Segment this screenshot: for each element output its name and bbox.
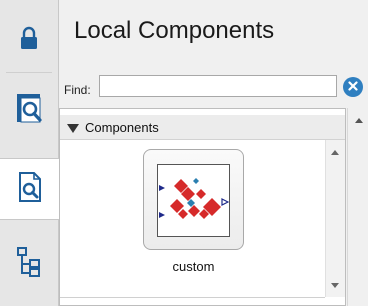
divider bbox=[60, 297, 325, 298]
components-scrollbar[interactable] bbox=[325, 140, 345, 297]
tab-separator bbox=[6, 72, 52, 73]
close-icon bbox=[348, 78, 358, 96]
expand-triangle-icon[interactable] bbox=[67, 124, 79, 133]
scroll-up-arrow-icon[interactable] bbox=[331, 150, 339, 155]
document-search-icon bbox=[16, 171, 44, 208]
custom-component-icon bbox=[157, 164, 230, 237]
panel-scrollbar[interactable] bbox=[347, 108, 368, 306]
find-label: Find: bbox=[64, 83, 91, 97]
tab-lock[interactable] bbox=[0, 14, 58, 66]
lock-icon bbox=[19, 26, 39, 55]
component-label: custom bbox=[172, 259, 215, 274]
tab-hierarchy[interactable] bbox=[0, 236, 58, 292]
components-section-label: Components bbox=[85, 120, 159, 135]
hierarchy-tree-icon bbox=[16, 246, 42, 283]
tab-library-search[interactable] bbox=[0, 82, 58, 138]
find-input[interactable] bbox=[99, 75, 337, 97]
panel-scroll-up-arrow-icon[interactable] bbox=[355, 118, 363, 123]
library-search-icon bbox=[14, 91, 44, 130]
tab-document-search[interactable] bbox=[0, 158, 59, 220]
clear-search-button[interactable] bbox=[343, 77, 363, 97]
side-tab-strip bbox=[0, 0, 59, 306]
scroll-down-arrow-icon[interactable] bbox=[331, 283, 339, 288]
panel-title: Local Components bbox=[74, 17, 275, 44]
